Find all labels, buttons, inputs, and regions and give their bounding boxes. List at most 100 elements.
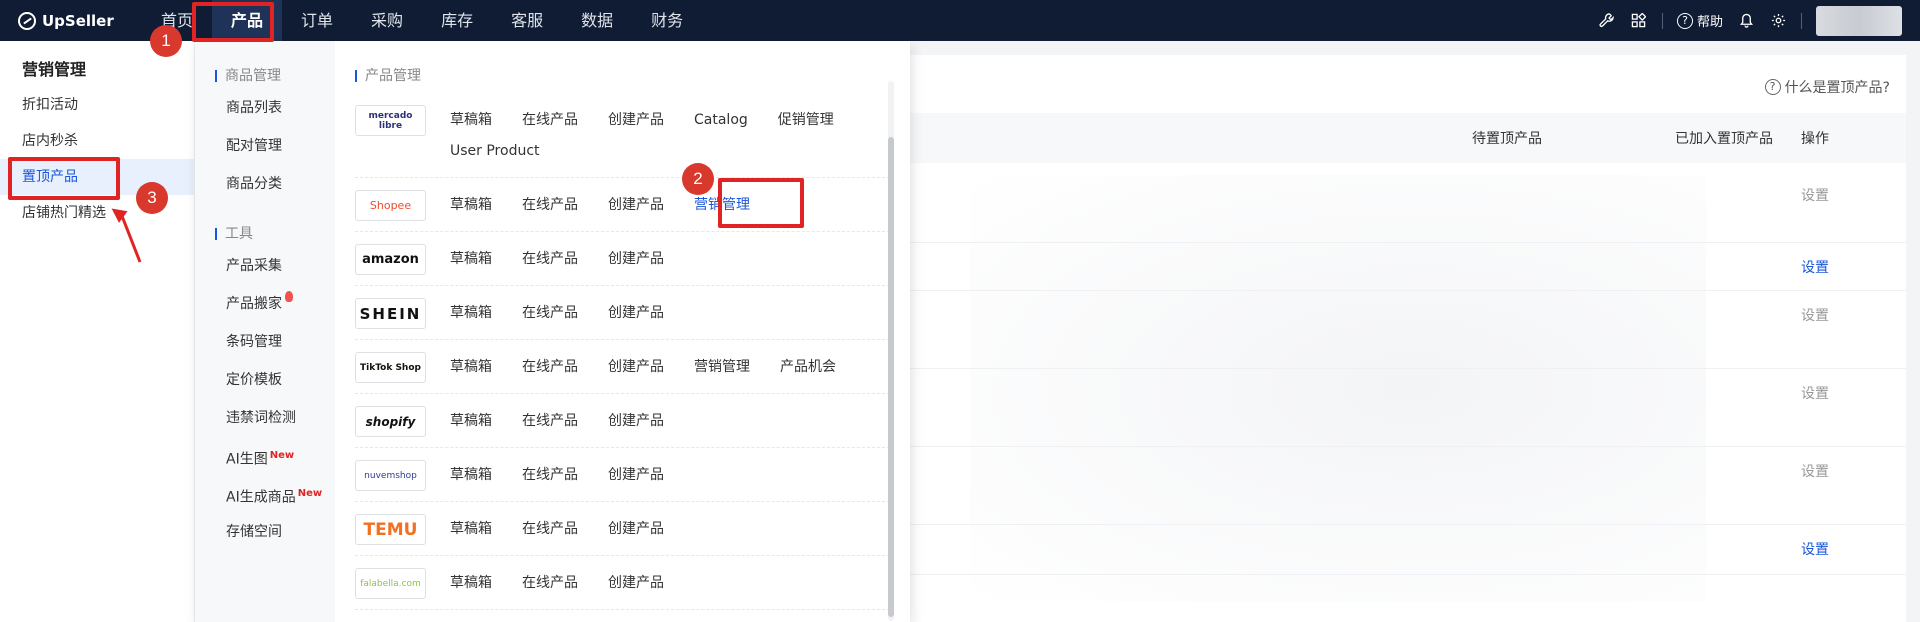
amazon-online-link[interactable]: 在线产品: [522, 244, 578, 275]
menu-ai-product[interactable]: AI生成商品 New: [195, 475, 335, 513]
amazon-create-link[interactable]: 创建产品: [608, 244, 664, 275]
tiktok-drafts-link[interactable]: 草稿箱: [450, 352, 492, 383]
menu-barcode[interactable]: 条码管理: [195, 323, 335, 361]
brand-name: UpSeller: [42, 11, 114, 30]
apps-icon[interactable]: [1630, 12, 1648, 30]
ml-user-product-link[interactable]: User Product: [450, 136, 540, 167]
shein-create-link[interactable]: 创建产品: [608, 298, 664, 329]
shein-drafts-link[interactable]: 草稿箱: [450, 298, 492, 329]
nuvemshop-drafts-link[interactable]: 草稿箱: [450, 460, 492, 491]
column-ops: 操作: [1801, 131, 1829, 147]
set-button[interactable]: 设置: [1801, 539, 1829, 559]
shopify-online-link[interactable]: 在线产品: [522, 406, 578, 437]
shopify-drafts-link[interactable]: 草稿箱: [450, 406, 492, 437]
mercadolibre-logo: mercado libre: [355, 105, 426, 136]
nav-finance[interactable]: 财务: [632, 0, 702, 41]
annotation-step-1: 1: [150, 25, 182, 57]
nav-purchase[interactable]: 采购: [352, 0, 422, 41]
set-button[interactable]: 设置: [1801, 461, 1829, 481]
set-button[interactable]: 设置: [1801, 305, 1829, 325]
set-button[interactable]: 设置: [1801, 383, 1829, 403]
what-is-top-product-text: 什么是置顶产品?: [1784, 80, 1890, 96]
temu-drafts-link[interactable]: 草稿箱: [450, 514, 492, 545]
products-dropdown-menu: 商品管理 商品列表 配对管理 商品分类 工具 产品采集 产品搬家 条码管理 定价…: [195, 41, 910, 622]
set-button[interactable]: 设置: [1801, 185, 1829, 205]
annotation-step-2: 2: [682, 163, 714, 195]
nav-orders[interactable]: 订单: [282, 0, 352, 41]
brand-logo[interactable]: UpSeller: [0, 11, 130, 30]
platform-row-shein: SHEIN 草稿箱 在线产品 创建产品: [355, 286, 890, 340]
column-added: 已加入置顶产品: [1675, 131, 1773, 147]
ml-promo-link[interactable]: 促销管理: [778, 105, 834, 136]
question-icon: ?: [1764, 79, 1781, 95]
nav-customer-service[interactable]: 客服: [492, 0, 562, 41]
platform-row-shopify: shopify 草稿箱 在线产品 创建产品: [355, 394, 890, 448]
menu-pairing[interactable]: 配对管理: [195, 127, 335, 165]
shopee-create-link[interactable]: 创建产品: [608, 190, 664, 221]
top-navigation-bar: UpSeller 首页 产品 订单 采购 库存 客服 数据 财务 ? 帮助: [0, 0, 1920, 41]
shopify-create-link[interactable]: 创建产品: [608, 406, 664, 437]
shein-logo: SHEIN: [355, 298, 426, 329]
divider: [1801, 12, 1802, 29]
menu-storage[interactable]: 存储空间: [195, 513, 335, 551]
set-button[interactable]: 设置: [1801, 257, 1829, 277]
amazon-drafts-link[interactable]: 草稿箱: [450, 244, 492, 275]
sidebar-item-discount[interactable]: 折扣活动: [0, 87, 194, 123]
group-title-products: 产品管理: [355, 63, 890, 89]
platform-row-falabella: falabella.com 草稿箱 在线产品 创建产品: [355, 556, 890, 610]
falabella-create-link[interactable]: 创建产品: [608, 568, 664, 599]
shopee-online-link[interactable]: 在线产品: [522, 190, 578, 221]
gear-icon[interactable]: [1769, 12, 1787, 30]
column-pending: 待置顶产品: [1472, 131, 1542, 147]
annotation-box-marketing: [718, 178, 804, 228]
tiktok-shop-logo: TikTok Shop: [355, 352, 426, 383]
platform-row-shopee: Shopee 草稿箱 在线产品 创建产品 营销管理: [355, 178, 890, 232]
shopee-logo: Shopee: [355, 190, 426, 221]
new-badge: New: [269, 450, 295, 461]
annotation-box-top-products: [8, 157, 120, 200]
nav-data[interactable]: 数据: [562, 0, 632, 41]
menu-ai-image[interactable]: AI生图 New: [195, 437, 335, 475]
menu-collect[interactable]: 产品采集: [195, 247, 335, 285]
tool-icon[interactable]: [1598, 12, 1616, 30]
what-is-top-product-link[interactable]: ? 什么是置顶产品?: [1764, 77, 1890, 97]
platform-row-temu: TEMU 草稿箱 在线产品 创建产品: [355, 502, 890, 556]
bell-icon[interactable]: [1737, 12, 1755, 30]
menu-product-list[interactable]: 商品列表: [195, 89, 335, 127]
nuvemshop-logo: nuvemshop: [355, 460, 426, 491]
tiktok-create-link[interactable]: 创建产品: [608, 352, 664, 383]
ml-online-link[interactable]: 在线产品: [522, 105, 578, 136]
shopify-logo: shopify: [355, 406, 426, 437]
menu-categories[interactable]: 商品分类: [195, 165, 335, 203]
platform-row-mercadolibre: mercado libre 草稿箱 在线产品 创建产品 Catalog 促销管理…: [355, 93, 890, 178]
ml-catalog-link[interactable]: Catalog: [694, 105, 748, 136]
temu-create-link[interactable]: 创建产品: [608, 514, 664, 545]
temu-online-link[interactable]: 在线产品: [522, 514, 578, 545]
help-button[interactable]: ? 帮助: [1676, 11, 1723, 30]
dropdown-left-column: 商品管理 商品列表 配对管理 商品分类 工具 产品采集 产品搬家 条码管理 定价…: [195, 41, 335, 622]
tiktok-online-link[interactable]: 在线产品: [522, 352, 578, 383]
ml-create-link[interactable]: 创建产品: [608, 105, 664, 136]
nuvemshop-create-link[interactable]: 创建产品: [608, 460, 664, 491]
dropdown-right-column: 产品管理 mercado libre 草稿箱 在线产品 创建产品 Catalog…: [335, 41, 910, 622]
sidebar-item-flash-sale[interactable]: 店内秒杀: [0, 123, 194, 159]
platform-row-tiktok: TikTok Shop 草稿箱 在线产品 创建产品 营销管理 产品机会: [355, 340, 890, 394]
menu-pricing-template[interactable]: 定价模板: [195, 361, 335, 399]
ml-drafts-link[interactable]: 草稿箱: [450, 105, 492, 136]
user-avatar[interactable]: [1816, 5, 1902, 36]
annotation-box-products: [192, 2, 274, 42]
top-right-actions: ? 帮助: [1598, 0, 1920, 41]
shopee-drafts-link[interactable]: 草稿箱: [450, 190, 492, 221]
menu-banned-words[interactable]: 违禁词检测: [195, 399, 335, 437]
shein-online-link[interactable]: 在线产品: [522, 298, 578, 329]
divider: [1661, 12, 1663, 29]
nav-inventory[interactable]: 库存: [422, 0, 492, 41]
tiktok-opportunity-link[interactable]: 产品机会: [780, 352, 836, 383]
new-badge: New: [297, 488, 323, 499]
tiktok-marketing-link[interactable]: 营销管理: [694, 352, 750, 383]
nuvemshop-online-link[interactable]: 在线产品: [522, 460, 578, 491]
falabella-drafts-link[interactable]: 草稿箱: [450, 568, 492, 599]
falabella-online-link[interactable]: 在线产品: [522, 568, 578, 599]
menu-migrate[interactable]: 产品搬家: [195, 285, 335, 323]
scrollbar-thumb[interactable]: [888, 137, 894, 617]
